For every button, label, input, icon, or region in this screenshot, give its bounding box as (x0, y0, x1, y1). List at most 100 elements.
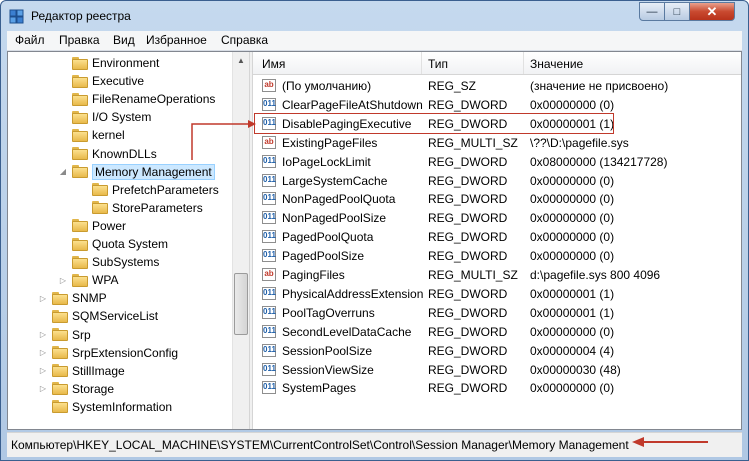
collapse-icon[interactable]: ◢ (58, 167, 68, 176)
registry-editor-window: Редактор реестра — □ ✕ Файл Правка Вид И… (0, 0, 749, 461)
tree-item-label: Executive (92, 74, 145, 89)
column-data[interactable]: Значение (530, 57, 583, 71)
tree-item[interactable]: Executive (58, 72, 144, 90)
tree-item[interactable]: SQMServiceList (38, 307, 158, 325)
value-name: ClearPageFileAtShutdown (282, 97, 423, 112)
tree-item-label: SubSystems (92, 255, 160, 270)
value-type: REG_DWORD (428, 211, 508, 226)
value-data: 0x00000000 (0) (530, 230, 615, 245)
minimize-icon: — (646, 5, 658, 18)
value-row[interactable]: ab ExistingPageFiles REG_MULTI_SZ \??\D:\pa… (253, 134, 741, 153)
menu-help[interactable]: Справка (221, 33, 268, 47)
tree-item-label: WPA (92, 273, 119, 288)
tree-item[interactable]: ▷ SrpExtensionConfig (38, 344, 178, 362)
tree-item-label: FileRenameOperations (92, 92, 216, 107)
folder-icon (72, 92, 88, 106)
expand-icon[interactable]: ▷ (38, 366, 48, 375)
close-button[interactable]: ✕ (689, 2, 735, 21)
minimize-button[interactable]: — (639, 2, 665, 21)
tree-item[interactable]: SubSystems (58, 253, 159, 271)
folder-icon (72, 56, 88, 70)
tree-item[interactable]: StoreParameters (78, 199, 203, 217)
value-type: REG_DWORD (428, 343, 508, 358)
tree-item[interactable]: kernel (58, 126, 125, 144)
folder-icon (52, 382, 68, 396)
folder-icon (52, 346, 68, 360)
value-row[interactable]: 011 SessionViewSize REG_DWORD 0x00000030 (4… (253, 361, 741, 380)
tree-item[interactable]: Power (58, 217, 126, 235)
value-name: NonPagedPoolQuota (282, 192, 396, 207)
string-value-icon: ab (262, 135, 276, 149)
column-type[interactable]: Тип (428, 57, 448, 71)
value-row[interactable]: 011 SessionPoolSize REG_DWORD 0x00000004 (4… (253, 342, 741, 361)
maximize-button[interactable]: □ (664, 2, 690, 21)
scroll-up-icon[interactable]: ▲ (233, 52, 249, 69)
menu-view[interactable]: Вид (113, 33, 135, 47)
value-row[interactable]: 011 SecondLevelDataCache REG_DWORD 0x000000… (253, 323, 741, 342)
scroll-thumb[interactable] (234, 273, 248, 335)
tree-item[interactable]: FileRenameOperations (58, 90, 215, 108)
tree-item[interactable]: ▷ StillImage (38, 362, 125, 380)
value-name: ExistingPageFiles (282, 135, 378, 150)
tree-item[interactable]: Quota System (58, 235, 168, 253)
value-row[interactable]: 011 PoolTagOverruns REG_DWORD 0x00000001 (1… (253, 304, 741, 323)
value-name: PagingFiles (282, 268, 345, 282)
tree-item[interactable]: ▷ SNMP (38, 289, 107, 307)
value-data: 0x00000001 (1) (530, 286, 615, 301)
binary-value-icon: 011 (262, 173, 276, 187)
value-row[interactable]: 011 IoPageLockLimit REG_DWORD 0x08000000 (1… (253, 153, 741, 172)
value-row[interactable]: 011 PagedPoolSize REG_DWORD 0x00000000 (0) (253, 247, 741, 266)
tree-item[interactable]: ▷ WPA (58, 271, 119, 289)
column-divider[interactable] (523, 52, 524, 74)
tree-item-label: Memory Management (92, 163, 215, 180)
value-type: REG_DWORD (428, 324, 508, 339)
expand-icon[interactable]: ▷ (38, 348, 48, 357)
value-type: REG_MULTI_SZ (428, 135, 518, 150)
tree-item[interactable]: ◢ Memory Management (58, 163, 215, 181)
value-row[interactable]: 011 LargeSystemCache REG_DWORD 0x00000000 (… (253, 172, 741, 191)
tree-item[interactable]: ▷ Srp (38, 326, 91, 344)
folder-icon (72, 110, 88, 124)
tree-item[interactable]: KnownDLLs (58, 145, 157, 163)
tree-item-label: Quota System (92, 237, 169, 251)
expand-icon[interactable]: ▷ (38, 384, 48, 393)
expand-icon[interactable]: ▷ (38, 294, 48, 303)
tree-item[interactable]: PrefetchParameters (78, 181, 219, 199)
tree-item-label: StoreParameters (112, 200, 203, 215)
value-data: 0x00000001 (1) (530, 305, 615, 320)
value-row[interactable]: ab (По умолчанию) REG_SZ (значение не присв… (253, 77, 741, 96)
binary-value-icon: 011 (262, 192, 276, 206)
folder-icon (52, 291, 68, 305)
tree-item[interactable]: SystemInformation (38, 398, 172, 416)
tree-scrollbar[interactable]: ▲ (232, 52, 249, 429)
menu-edit[interactable]: Правка (59, 33, 100, 47)
menu-bar: Файл Правка Вид Избранное Справка (7, 31, 742, 51)
value-name: PagedPoolSize (282, 249, 365, 264)
expand-icon[interactable]: ▷ (58, 276, 68, 285)
value-type: REG_DWORD (428, 305, 508, 320)
menu-file[interactable]: Файл (15, 33, 45, 47)
value-data: \??\D:\pagefile.sys (530, 135, 629, 150)
value-row[interactable]: 011 PhysicalAddressExtension REG_DWORD 0x00… (253, 285, 741, 304)
value-row[interactable]: 011 NonPagedPoolQuota REG_DWORD 0x00000000 … (253, 190, 741, 209)
menu-favorites[interactable]: Избранное (146, 33, 207, 47)
column-divider[interactable] (421, 52, 422, 74)
value-data: (значение не присвоено) (530, 79, 669, 93)
tree-item-label: Power (92, 218, 127, 233)
value-row[interactable]: 011 SystemPages REG_DWORD 0x00000000 (0) (253, 379, 741, 398)
close-icon: ✕ (706, 3, 718, 19)
value-row[interactable]: 011 PagedPoolQuota REG_DWORD 0x00000000 (0) (253, 228, 741, 247)
value-row[interactable]: ab PagingFiles REG_MULTI_SZ d:\pagefile.sys… (253, 266, 741, 285)
value-type: REG_MULTI_SZ (428, 268, 518, 282)
title-bar[interactable]: Редактор реестра — □ ✕ (1, 1, 748, 31)
main-content: Environment Executive FileRenameOperations… (7, 51, 742, 430)
tree-item[interactable]: I/O System (58, 108, 151, 126)
tree-item[interactable]: ▷ Storage (38, 380, 114, 398)
folder-icon (52, 309, 68, 323)
column-name[interactable]: Имя (262, 57, 285, 71)
value-row[interactable]: 011 NonPagedPoolSize REG_DWORD 0x00000000 (… (253, 209, 741, 228)
values-list: Имя Тип Значение ab (По умолчанию) REG_SZ (… (253, 52, 741, 429)
tree-item[interactable]: Environment (58, 54, 159, 72)
expand-icon[interactable]: ▷ (38, 330, 48, 339)
folder-icon (92, 183, 108, 197)
